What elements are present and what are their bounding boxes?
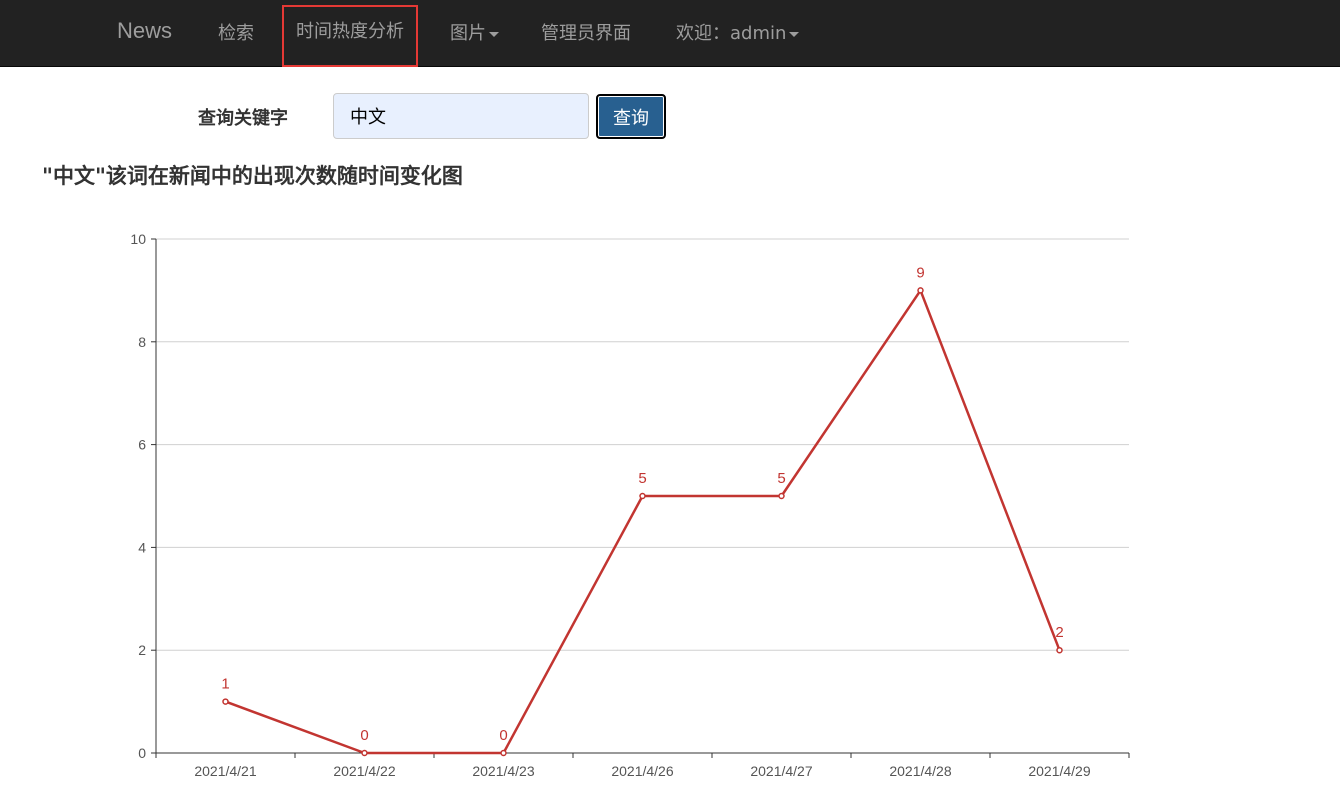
x-tick-label: 2021/4/29 xyxy=(1028,763,1090,779)
y-tick-label: 4 xyxy=(138,539,146,555)
y-tick-label: 0 xyxy=(138,745,146,761)
x-tick-label: 2021/4/23 xyxy=(472,763,534,779)
x-tick-label: 2021/4/26 xyxy=(611,763,673,779)
series-line xyxy=(225,289,1061,755)
data-point xyxy=(639,492,646,500)
y-tick-label: 2 xyxy=(138,642,146,658)
data-point xyxy=(222,698,229,705)
x-tick-label: 2021/4/28 xyxy=(889,763,951,779)
data-point xyxy=(1056,646,1063,654)
x-tick-label: 2021/4/27 xyxy=(750,763,812,779)
x-tick-label: 2021/4/21 xyxy=(194,763,256,779)
data-point xyxy=(361,749,368,757)
data-label: 0 xyxy=(360,727,368,744)
data-point xyxy=(917,287,924,294)
data-label: 5 xyxy=(777,470,785,487)
y-tick-label: 8 xyxy=(138,334,146,350)
y-tick-label: 10 xyxy=(130,231,146,247)
data-label: 0 xyxy=(499,727,507,744)
y-tick-label: 6 xyxy=(138,437,146,453)
data-label: 1 xyxy=(221,676,229,693)
data-label: 9 xyxy=(916,264,924,281)
data-label: 5 xyxy=(638,470,646,487)
data-point xyxy=(500,749,507,757)
line-chart: 02468102021/4/21 2021/4/22 2021/4/23 2021/4… xyxy=(130,231,1130,779)
data-point xyxy=(778,492,785,500)
data-label: 2 xyxy=(1055,624,1063,641)
x-tick-label: 2021/4/22 xyxy=(333,763,395,779)
